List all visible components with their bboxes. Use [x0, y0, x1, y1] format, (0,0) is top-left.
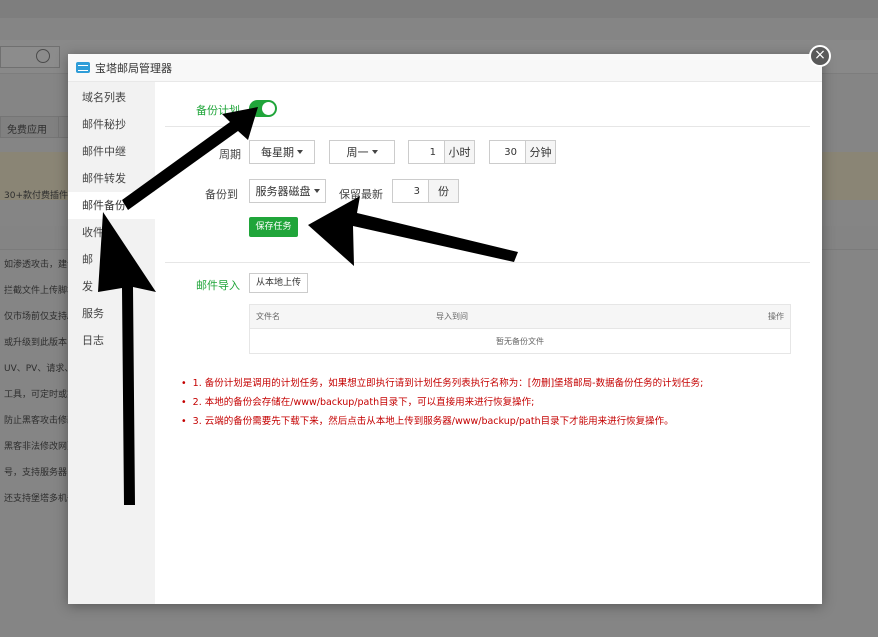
- sidebar-item-send[interactable]: 发: [68, 273, 155, 300]
- mail-manager-dialog: 宝塔邮局管理器 域名列表 邮件秘抄 邮件中继 邮件转发 邮件备份 收件 邮 发 …: [68, 54, 822, 604]
- note-text: 1. 备份计划是调用的计划任务，如果想立即执行请到计划任务列表执行名称为：[勿删…: [192, 378, 704, 389]
- column-import-time: 导入到间: [436, 312, 468, 321]
- column-actions: 操作: [768, 312, 784, 321]
- weekday-select[interactable]: 周一: [329, 140, 395, 164]
- column-filename: 文件名: [256, 312, 280, 321]
- keep-count-input[interactable]: 3: [392, 179, 429, 203]
- note-item: • 3. 云端的备份需要先下载下来，然后点击从本地上传到服务器/www/back…: [181, 416, 674, 427]
- sidebar-item-mail[interactable]: 邮: [68, 246, 155, 273]
- dialog-content: 备份计划 周期 每星期 周一 1 小时 30 分钟 备份到 服务器磁盘 保留最新…: [155, 82, 822, 604]
- table-empty-text: 暂无备份文件: [496, 336, 544, 346]
- minute-input[interactable]: 30: [489, 140, 526, 164]
- cycle-label: 周期: [219, 148, 241, 161]
- note-text: 2. 本地的备份会存储在/www/backup/path目录下，可以直接用来进行…: [192, 397, 535, 408]
- close-button[interactable]: ×: [809, 45, 831, 67]
- sidebar-item-mail-backup[interactable]: 邮件备份: [68, 192, 155, 219]
- dialog-header: 宝塔邮局管理器: [68, 54, 822, 82]
- sidebar-item-mail-forward[interactable]: 邮件转发: [68, 165, 155, 192]
- dialog-title: 宝塔邮局管理器: [95, 61, 172, 75]
- sidebar-item-mail-bcc[interactable]: 邮件秘抄: [68, 111, 155, 138]
- backup-target-label: 备份到: [205, 188, 238, 201]
- minute-unit: 分钟: [525, 140, 556, 164]
- hour-input[interactable]: 1: [408, 140, 445, 164]
- mail-import-label: 邮件导入: [196, 279, 240, 292]
- backup-target-select[interactable]: 服务器磁盘: [249, 179, 326, 203]
- backup-target-value: 服务器磁盘: [255, 185, 311, 198]
- keep-count-unit: 份: [428, 179, 459, 203]
- backup-file-table: 文件名 导入到间 操作 暂无备份文件: [249, 304, 791, 354]
- table-header: 文件名 导入到间 操作: [250, 305, 790, 329]
- chevron-down-icon: [371, 150, 378, 154]
- sidebar-item-logs[interactable]: 日志: [68, 327, 155, 354]
- sidebar-item-service[interactable]: 服务: [68, 300, 155, 327]
- sidebar-item-inbox[interactable]: 收件: [68, 219, 155, 246]
- note-item: • 2. 本地的备份会存储在/www/backup/path目录下，可以直接用来…: [181, 397, 535, 408]
- mail-app-icon: [76, 62, 90, 73]
- backup-plan-toggle[interactable]: [249, 100, 277, 117]
- weekday-select-value: 周一: [346, 146, 369, 159]
- close-icon: ×: [814, 47, 826, 63]
- notes-list: • 1. 备份计划是调用的计划任务，如果想立即执行请到计划任务列表执行名称为：[…: [181, 374, 703, 431]
- note-text: 3. 云端的备份需要先下载下来，然后点击从本地上传到服务器/www/backup…: [192, 416, 674, 427]
- hour-unit: 小时: [444, 140, 475, 164]
- upload-local-button[interactable]: 从本地上传: [249, 273, 309, 293]
- backup-plan-label: 备份计划: [196, 104, 240, 117]
- divider: [165, 262, 810, 263]
- sidebar-item-mail-relay[interactable]: 邮件中继: [68, 138, 155, 165]
- cycle-select[interactable]: 每星期: [249, 140, 315, 164]
- divider: [165, 126, 810, 127]
- table-empty-row: 暂无备份文件: [250, 329, 790, 353]
- save-task-button[interactable]: 保存任务: [249, 217, 298, 237]
- sidebar-item-domain-list[interactable]: 域名列表: [68, 84, 155, 111]
- dialog-sidebar: 域名列表 邮件秘抄 邮件中继 邮件转发 邮件备份 收件 邮 发 服务 日志: [68, 82, 155, 604]
- chevron-down-icon: [297, 150, 303, 154]
- note-item: • 1. 备份计划是调用的计划任务，如果想立即执行请到计划任务列表执行名称为：[…: [181, 378, 704, 389]
- keep-latest-label: 保留最新: [339, 188, 383, 201]
- cycle-select-value: 每星期: [261, 146, 294, 159]
- chevron-down-icon: [313, 189, 320, 193]
